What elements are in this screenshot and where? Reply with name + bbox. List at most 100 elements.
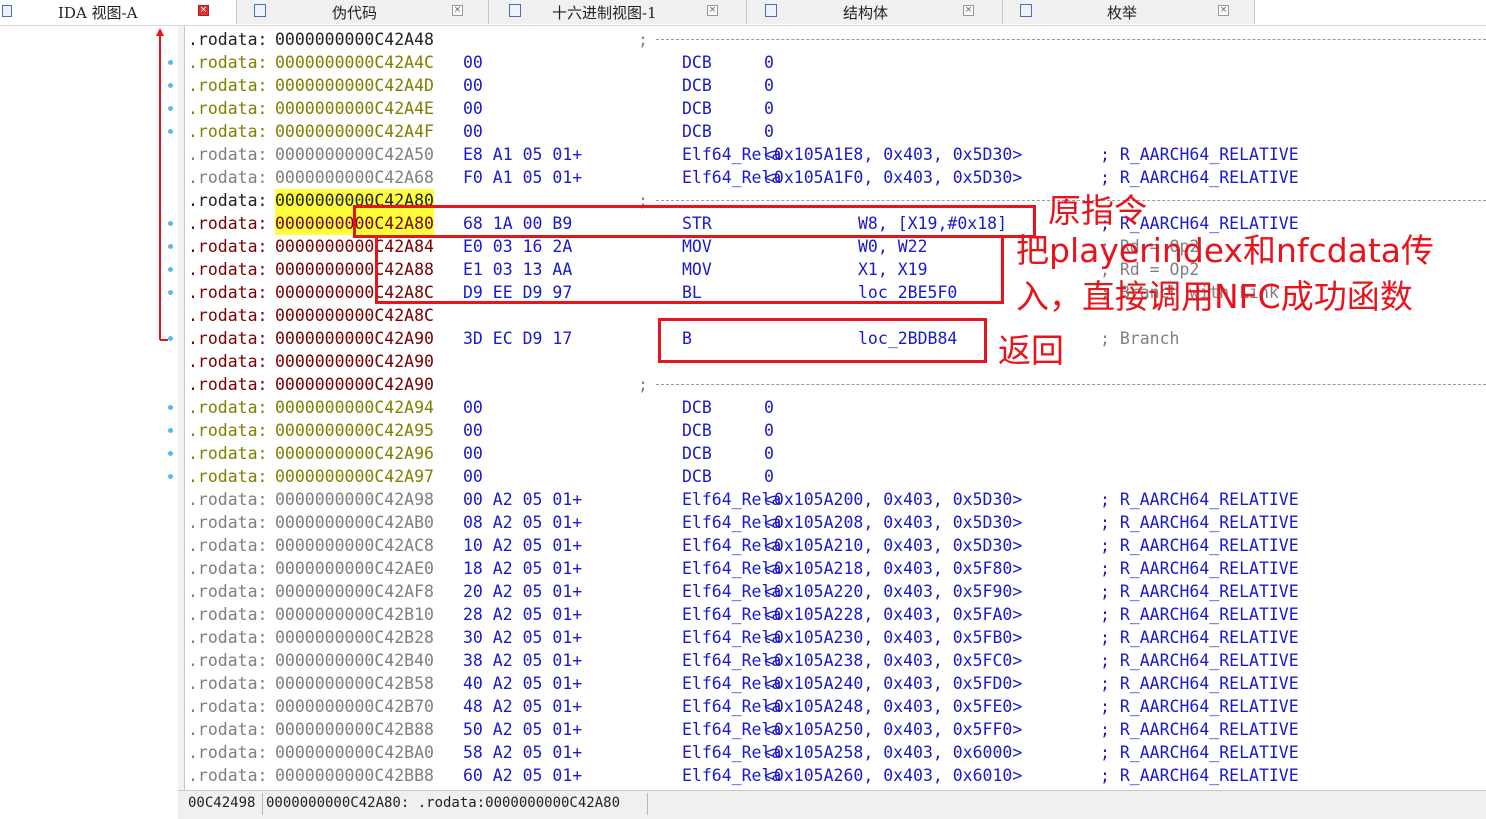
address[interactable]: 0000000000C42B88: [275, 718, 434, 741]
operand[interactable]: <0x105A230, 0x403, 0x5FB0>: [764, 626, 1022, 649]
operand[interactable]: <0x105A248, 0x403, 0x5FE0>: [764, 695, 1022, 718]
operand[interactable]: <0x105A228, 0x403, 0x5FA0>: [764, 603, 1022, 626]
breakpoint-dot-icon[interactable]: [168, 428, 173, 433]
address[interactable]: 0000000000C42A98: [275, 488, 434, 511]
operand[interactable]: <0x105A250, 0x403, 0x5FF0>: [764, 718, 1022, 741]
address[interactable]: 0000000000C42AC8: [275, 534, 434, 557]
operand[interactable]: <0x105A210, 0x403, 0x5D30>: [764, 534, 1022, 557]
listing-row[interactable]: .rodata: 0000000000C42A98 00 A2 05 01+ Elf6…: [188, 488, 1486, 511]
address[interactable]: 0000000000C42B10: [275, 603, 434, 626]
listing-row[interactable]: .rodata: 0000000000C42A4E 00 DCB 0: [188, 97, 1486, 120]
address[interactable]: 0000000000C42A48: [275, 28, 434, 51]
close-icon[interactable]: ×: [452, 5, 463, 16]
operand[interactable]: 0: [764, 396, 774, 419]
address[interactable]: 0000000000C42A96: [275, 442, 434, 465]
operand[interactable]: 0: [764, 465, 774, 488]
listing-row[interactable]: .rodata: 0000000000C42AF8 20 A2 05 01+ Elf6…: [188, 580, 1486, 603]
listing-row[interactable]: .rodata: 0000000000C42A68 F0 A1 05 01+ Elf6…: [188, 166, 1486, 189]
breakpoint-dot-icon[interactable]: [168, 221, 173, 226]
listing-row[interactable]: .rodata: 0000000000C42B40 38 A2 05 01+ Elf6…: [188, 649, 1486, 672]
operand[interactable]: <0x105A238, 0x403, 0x5FC0>: [764, 649, 1022, 672]
mnemonic[interactable]: DCB: [682, 396, 712, 419]
address[interactable]: 0000000000C42A68: [275, 166, 434, 189]
breakpoint-dot-icon[interactable]: [168, 129, 173, 134]
listing-row[interactable]: .rodata: 0000000000C42BA0 58 A2 05 01+ Elf6…: [188, 741, 1486, 764]
address[interactable]: 0000000000C42A4C: [275, 51, 434, 74]
listing-row[interactable]: .rodata: 0000000000C42AE0 18 A2 05 01+ Elf6…: [188, 557, 1486, 580]
breakpoint-dot-icon[interactable]: [168, 244, 173, 249]
operand[interactable]: 0: [764, 51, 774, 74]
breakpoint-dot-icon[interactable]: [168, 405, 173, 410]
listing-row[interactable]: .rodata: 0000000000C42A4F 00 DCB 0: [188, 120, 1486, 143]
operand[interactable]: <0x105A208, 0x403, 0x5D30>: [764, 511, 1022, 534]
listing-row[interactable]: .rodata: 0000000000C42A50 E8 A1 05 01+ Elf6…: [188, 143, 1486, 166]
listing-row[interactable]: .rodata: 0000000000C42A48;: [188, 28, 1486, 51]
operand[interactable]: <0x105A1F0, 0x403, 0x5D30>: [764, 166, 1022, 189]
address[interactable]: 0000000000C42AF8: [275, 580, 434, 603]
address[interactable]: 0000000000C42A8C: [275, 304, 434, 327]
address[interactable]: 0000000000C42B28: [275, 626, 434, 649]
address[interactable]: 0000000000C42B58: [275, 672, 434, 695]
address[interactable]: 0000000000C42BB8: [275, 764, 434, 787]
listing-row[interactable]: .rodata: 0000000000C42A97 00 DCB 0: [188, 465, 1486, 488]
tab-hex-view-1[interactable]: 十六进制视图-1 ×: [489, 0, 747, 24]
address[interactable]: 0000000000C42AB0: [275, 511, 434, 534]
breakpoint-dot-icon[interactable]: [168, 106, 173, 111]
breakpoint-dot-icon[interactable]: [168, 474, 173, 479]
tab-pseudocode[interactable]: 伪代码 ×: [237, 0, 489, 24]
mnemonic[interactable]: DCB: [682, 51, 712, 74]
address[interactable]: 0000000000C42AE0: [275, 557, 434, 580]
listing-row[interactable]: .rodata: 0000000000C42B88 50 A2 05 01+ Elf6…: [188, 718, 1486, 741]
close-icon[interactable]: ×: [963, 5, 974, 16]
listing-row[interactable]: .rodata: 0000000000C42B58 40 A2 05 01+ Elf6…: [188, 672, 1486, 695]
mnemonic[interactable]: DCB: [682, 97, 712, 120]
address[interactable]: 0000000000C42A4D: [275, 74, 434, 97]
breakpoint-dot-icon[interactable]: [168, 267, 173, 272]
tab-structures[interactable]: 结构体 ×: [747, 0, 1003, 24]
operand[interactable]: 0: [764, 419, 774, 442]
listing-row[interactable]: .rodata: 0000000000C42AC8 10 A2 05 01+ Elf6…: [188, 534, 1486, 557]
listing-row[interactable]: .rodata: 0000000000C42A96 00 DCB 0: [188, 442, 1486, 465]
listing-row[interactable]: .rodata: 0000000000C42A94 00 DCB 0: [188, 396, 1486, 419]
listing-row[interactable]: .rodata: 0000000000C42A90;: [188, 373, 1486, 396]
mnemonic[interactable]: DCB: [682, 442, 712, 465]
listing-row[interactable]: .rodata: 0000000000C42B28 30 A2 05 01+ Elf6…: [188, 626, 1486, 649]
address[interactable]: 0000000000C42A90: [275, 373, 434, 396]
operand[interactable]: <0x105A1E8, 0x403, 0x5D30>: [764, 143, 1022, 166]
address[interactable]: 0000000000C42A50: [275, 143, 434, 166]
operand[interactable]: 0: [764, 442, 774, 465]
disassembly-listing[interactable]: .rodata: 0000000000C42A48; .rodata: 0000000…: [188, 28, 1486, 788]
mnemonic[interactable]: DCB: [682, 419, 712, 442]
operand[interactable]: <0x105A260, 0x403, 0x6010>: [764, 764, 1022, 787]
operand[interactable]: <0x105A220, 0x403, 0x5F90>: [764, 580, 1022, 603]
operand[interactable]: <0x105A240, 0x403, 0x5FD0>: [764, 672, 1022, 695]
listing-row[interactable]: .rodata: 0000000000C42BB8 60 A2 05 01+ Elf6…: [188, 764, 1486, 787]
address[interactable]: 0000000000C42A90: [275, 350, 434, 373]
address[interactable]: 0000000000C42B70: [275, 695, 434, 718]
operand[interactable]: <0x105A200, 0x403, 0x5D30>: [764, 488, 1022, 511]
breakpoint-dot-icon[interactable]: [168, 290, 173, 295]
address[interactable]: 0000000000C42A95: [275, 419, 434, 442]
close-icon[interactable]: ×: [707, 5, 718, 16]
listing-row[interactable]: .rodata: 0000000000C42A4D 00 DCB 0: [188, 74, 1486, 97]
operand[interactable]: <0x105A218, 0x403, 0x5F80>: [764, 557, 1022, 580]
operand[interactable]: 0: [764, 120, 774, 143]
address[interactable]: 0000000000C42B40: [275, 649, 434, 672]
address[interactable]: 0000000000C42A4E: [275, 97, 434, 120]
listing-row[interactable]: .rodata: 0000000000C42B10 28 A2 05 01+ Elf6…: [188, 603, 1486, 626]
breakpoint-dot-icon[interactable]: [168, 336, 173, 341]
breakpoint-dot-icon[interactable]: [168, 451, 173, 456]
address[interactable]: 0000000000C42A97: [275, 465, 434, 488]
mnemonic[interactable]: DCB: [682, 465, 712, 488]
breakpoint-dot-icon[interactable]: [168, 83, 173, 88]
listing-row[interactable]: .rodata: 0000000000C42A95 00 DCB 0: [188, 419, 1486, 442]
operand[interactable]: <0x105A258, 0x403, 0x6000>: [764, 741, 1022, 764]
listing-row[interactable]: .rodata: 0000000000C42AB0 08 A2 05 01+ Elf6…: [188, 511, 1486, 534]
operand[interactable]: 0: [764, 97, 774, 120]
address[interactable]: 0000000000C42A4F: [275, 120, 434, 143]
listing-row[interactable]: .rodata: 0000000000C42A4C 00 DCB 0: [188, 51, 1486, 74]
breakpoint-dot-icon[interactable]: [168, 60, 173, 65]
mnemonic[interactable]: DCB: [682, 74, 712, 97]
listing-row[interactable]: .rodata: 0000000000C42B70 48 A2 05 01+ Elf6…: [188, 695, 1486, 718]
mnemonic[interactable]: DCB: [682, 120, 712, 143]
